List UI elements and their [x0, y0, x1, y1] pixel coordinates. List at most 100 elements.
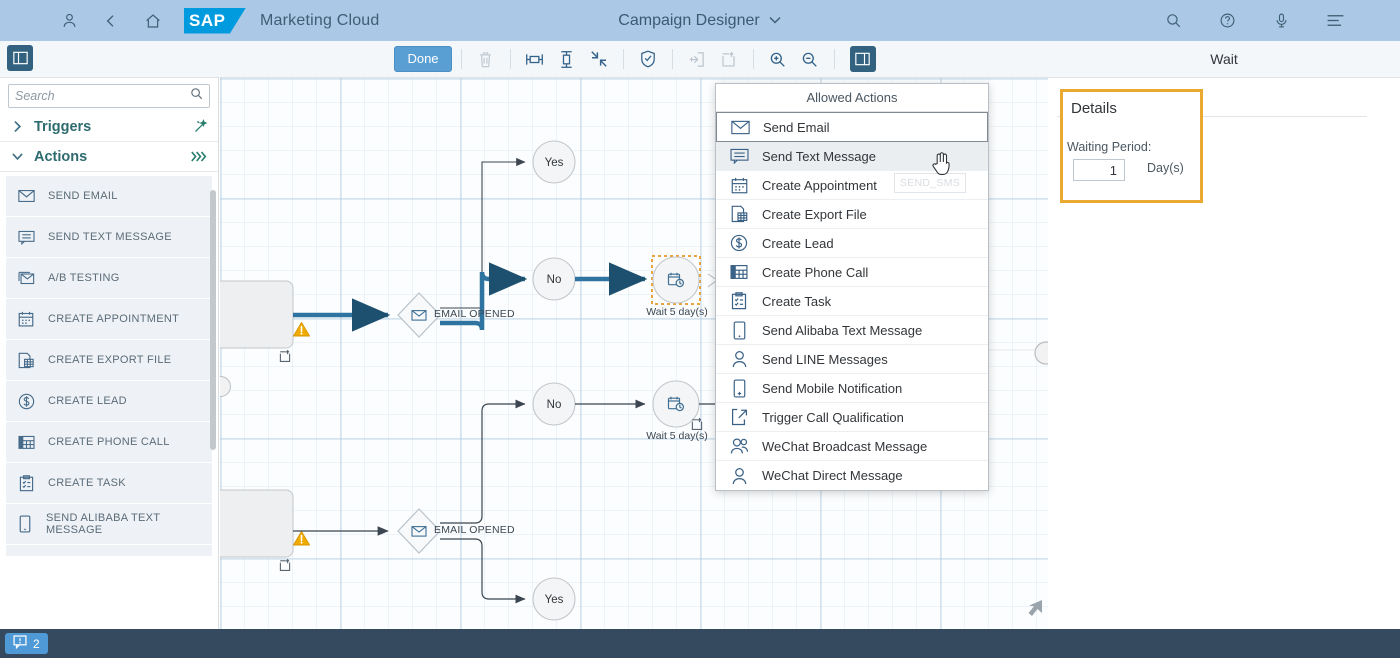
- chevrons-right-icon[interactable]: [190, 150, 208, 163]
- done-button[interactable]: Done: [394, 46, 452, 72]
- clipboard-icon: [728, 292, 750, 310]
- palette-item-create-appointment[interactable]: CREATE APPOINTMENT: [6, 299, 212, 340]
- svg-text:No: No: [547, 399, 562, 411]
- shell-header-right: [1152, 0, 1356, 41]
- popup-item-send-email[interactable]: Send Email: [716, 112, 988, 142]
- popup-item-label: Send Alibaba Text Message: [762, 322, 923, 338]
- zoom-out-button[interactable]: [795, 45, 825, 73]
- popup-item-send-alibaba-text-message[interactable]: Send Alibaba Text Message: [716, 316, 988, 345]
- export-file-icon: [16, 352, 36, 369]
- palette-item-create-phone-call[interactable]: CREATE PHONE CALL: [6, 422, 212, 463]
- toolbar-divider-2: [509, 49, 511, 69]
- palette-item-send-email[interactable]: SEND EMAIL: [6, 176, 212, 217]
- popup-item-label: Create Export File: [762, 206, 867, 222]
- home-icon[interactable]: [132, 5, 174, 37]
- sidebar-group-label: Actions: [34, 148, 88, 165]
- popup-item-wechat-direct-message[interactable]: WeChat Direct Message: [716, 461, 988, 490]
- collapse-button[interactable]: [584, 45, 614, 73]
- ab-envelope-icon: [16, 271, 36, 286]
- clipboard-icon: [16, 474, 36, 492]
- zoom-in-button[interactable]: [763, 45, 793, 73]
- menu-icon[interactable]: [1314, 5, 1356, 37]
- user-icon[interactable]: [48, 5, 90, 37]
- shell-header-left: SAP Marketing Cloud: [0, 5, 380, 37]
- palette-item-create-export-file[interactable]: CREATE EXPORT FILE: [6, 340, 212, 381]
- insert-wait-button[interactable]: [714, 45, 744, 73]
- toolbar-center-tools: Done: [222, 41, 1048, 77]
- popup-item-label: Trigger Call Qualification: [762, 409, 904, 425]
- edge-label-email-opened-top: EMAIL OPENED: [434, 308, 515, 320]
- search-input[interactable]: [15, 89, 190, 103]
- export-file-icon: [728, 205, 750, 223]
- sidebar-group-label: Triggers: [34, 118, 92, 135]
- popup-item-label: Send Text Message: [762, 148, 876, 164]
- calendar-icon: [16, 311, 36, 327]
- microphone-icon[interactable]: [1260, 5, 1302, 37]
- right-panel-toggle-button[interactable]: [849, 46, 876, 72]
- sidebar-group-actions[interactable]: Actions: [0, 142, 218, 172]
- chat-bubble-icon: [728, 148, 750, 164]
- palette-item-label: CREATE APPOINTMENT: [48, 313, 180, 325]
- search-field[interactable]: [8, 84, 210, 108]
- delete-button[interactable]: [471, 45, 501, 73]
- palette-item-create-task[interactable]: CREATE TASK: [6, 463, 212, 504]
- popup-item-create-phone-call[interactable]: Create Phone Call: [716, 258, 988, 287]
- toolbar-divider-6: [833, 49, 835, 69]
- dollar-circle-icon: [16, 393, 36, 410]
- right-panel-header-title: Wait: [1210, 51, 1238, 67]
- search-icon[interactable]: [1152, 5, 1194, 37]
- palette-item-label: CREATE PHONE CALL: [48, 436, 170, 448]
- shield-check-icon[interactable]: [633, 45, 663, 73]
- palette-sidebar: Triggers Actions: [0, 78, 219, 629]
- chevron-down-icon: [10, 151, 24, 162]
- popup-item-label: Send LINE Messages: [762, 351, 888, 367]
- left-panel-toggle-button[interactable]: [7, 45, 33, 71]
- sidebar-group-triggers[interactable]: Triggers: [0, 112, 218, 142]
- popup-item-send-mobile-notification[interactable]: Send Mobile Notification: [716, 374, 988, 403]
- popup-item-wechat-broadcast-message[interactable]: WeChat Broadcast Message: [716, 432, 988, 461]
- svg-text:Yes: Yes: [545, 157, 564, 169]
- align-horizontal-button[interactable]: [520, 45, 550, 73]
- message-count-badge[interactable]: 2: [5, 633, 48, 654]
- message-bubble-icon: [13, 635, 27, 652]
- palette-item-create-lead[interactable]: CREATE LEAD: [6, 381, 212, 422]
- palette-item-label: SEND TEXT MESSAGE: [48, 231, 172, 243]
- editor-toolbar: Done Wait: [0, 41, 1400, 78]
- palette-item-ab-testing[interactable]: A/B TESTING: [6, 258, 212, 299]
- mobile-icon: [16, 515, 34, 533]
- status-bar: 2: [0, 629, 1400, 658]
- popup-title: Allowed Actions: [716, 84, 988, 112]
- popup-item-create-lead[interactable]: Create Lead: [716, 229, 988, 258]
- palette-item-partial[interactable]: [6, 545, 212, 557]
- palette-item-send-alibaba-text-message[interactable]: SEND ALIBABA TEXT MESSAGE: [6, 504, 212, 545]
- palette-item-label: A/B TESTING: [48, 272, 120, 284]
- mobile-icon: [728, 320, 750, 340]
- back-chevron-icon[interactable]: [90, 5, 132, 37]
- popup-item-trigger-call-qualification[interactable]: Trigger Call Qualification: [716, 403, 988, 432]
- edge-label-email-opened-bottom: EMAIL OPENED: [434, 524, 515, 536]
- sidebar-scrollbar-thumb[interactable]: [210, 190, 216, 450]
- shell-header: SAP Marketing Cloud Campaign Designer: [0, 0, 1400, 41]
- mobile-notification-icon: [728, 378, 750, 398]
- align-vertical-button[interactable]: [552, 45, 582, 73]
- app-title: Marketing Cloud: [260, 11, 380, 29]
- search-icon[interactable]: [190, 87, 203, 105]
- palette-item-label: SEND ALIBABA TEXT MESSAGE: [45, 512, 161, 536]
- popup-item-create-task[interactable]: Create Task: [716, 287, 988, 316]
- popup-item-label: Send Email: [763, 119, 830, 135]
- magic-wand-icon[interactable]: [193, 119, 208, 134]
- palette-item-send-text-message[interactable]: SEND TEXT MESSAGE: [6, 217, 212, 258]
- popup-item-label: Create Phone Call: [762, 264, 869, 280]
- page-title-dropdown[interactable]: Campaign Designer: [618, 12, 781, 30]
- help-icon[interactable]: [1206, 5, 1248, 37]
- waiting-period-input[interactable]: [1073, 159, 1125, 181]
- insert-node-button[interactable]: [682, 45, 712, 73]
- sap-logo-text: SAP: [189, 10, 226, 30]
- mouse-cursor-pointer: [931, 152, 951, 181]
- popup-item-create-export-file[interactable]: Create Export File: [716, 200, 988, 229]
- popup-item-send-line-messages[interactable]: Send LINE Messages: [716, 345, 988, 374]
- svg-text:Yes: Yes: [545, 594, 564, 606]
- page-title: Campaign Designer: [618, 11, 760, 29]
- popup-item-label: Create Appointment: [762, 177, 877, 193]
- allowed-actions-popup: Allowed Actions Send Email Send Text Mes…: [715, 83, 989, 491]
